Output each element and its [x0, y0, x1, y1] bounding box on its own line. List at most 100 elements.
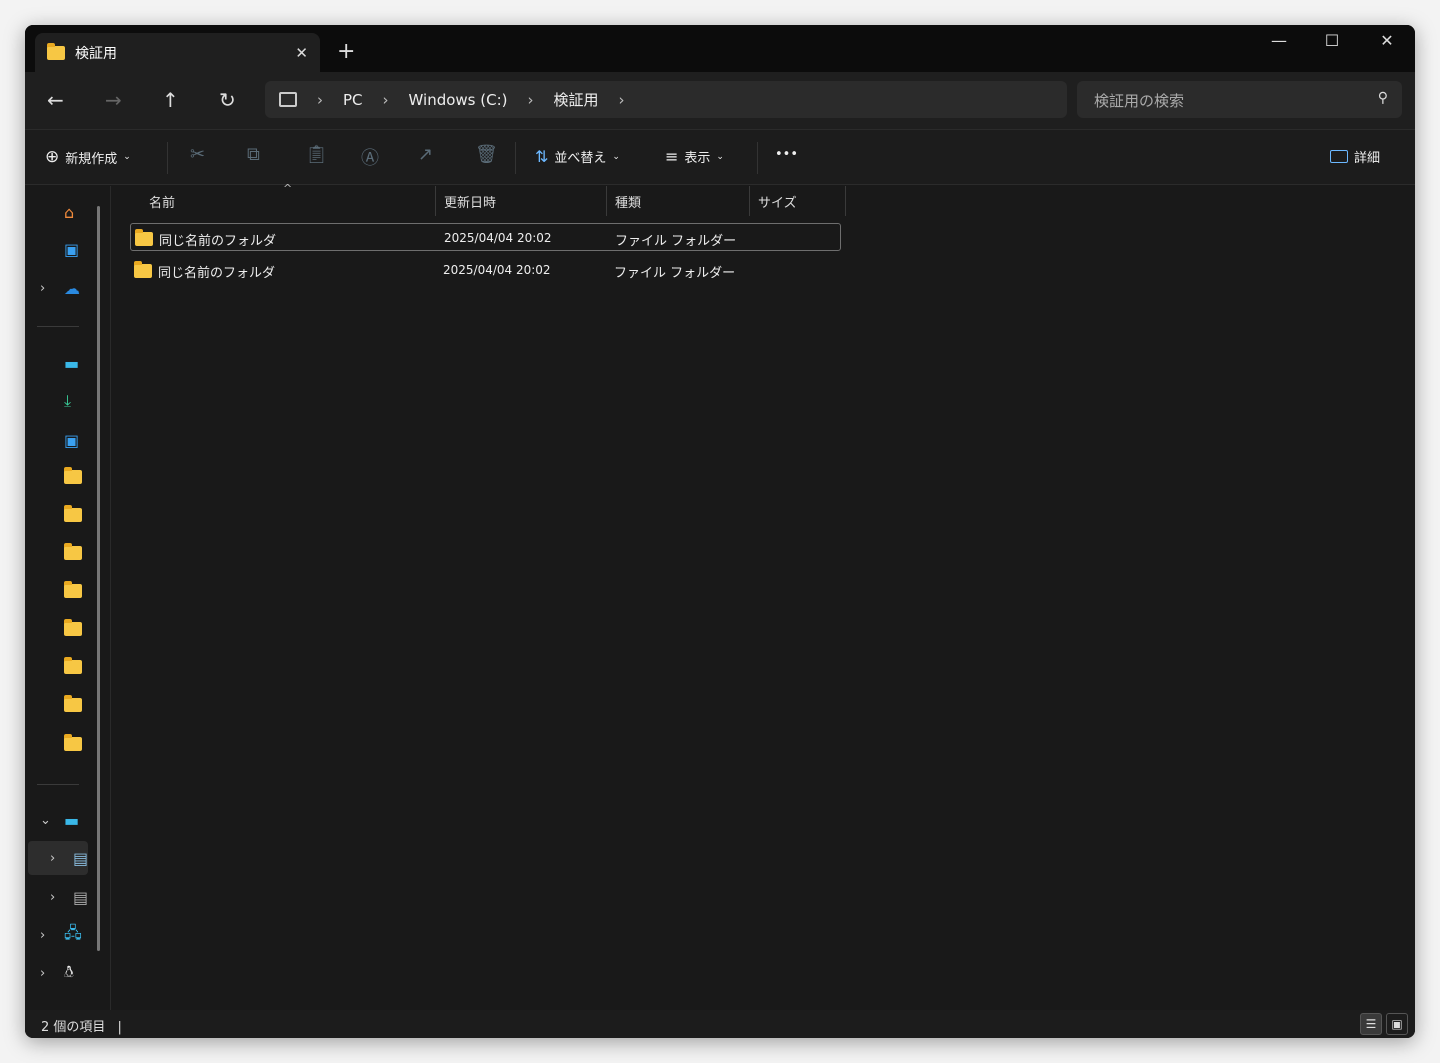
status-bar: 2 個の項目 | ☰ ▣ [25, 1010, 1415, 1038]
close-tab-button[interactable]: ✕ [295, 44, 308, 62]
details-view-button[interactable]: ☰ [1360, 1013, 1382, 1035]
view-button[interactable]: ≡ 表示 ⌄ [665, 147, 724, 166]
gallery-icon: ▣ [64, 239, 80, 259]
close-button[interactable]: ✕ [1367, 31, 1407, 50]
chevron-right-icon[interactable]: › [40, 966, 45, 981]
navigation-bar: ← → ↑ ↻ › PC › Windows (C:) › 検証用 › 検証用の… [25, 72, 1415, 130]
tab-current[interactable]: 検証用 ✕ [35, 33, 320, 73]
column-size[interactable]: サイズ [750, 186, 846, 216]
folder-icon [64, 657, 82, 674]
sidebar-item-linux[interactable]: › 🐧︎ [28, 956, 88, 990]
chevron-right-icon[interactable]: › [50, 890, 55, 905]
column-type-label: 種類 [615, 196, 642, 211]
column-modified-label: 更新日時 [444, 196, 497, 211]
sidebar-item-folder[interactable] [28, 460, 88, 494]
column-name-label: 名前 [149, 196, 176, 211]
sidebar-scrollbar[interactable] [97, 206, 100, 951]
details-button[interactable]: 詳細 [1330, 147, 1380, 166]
refresh-button[interactable]: ↻ [219, 88, 236, 112]
sidebar-item-folder[interactable] [28, 498, 88, 532]
chevron-right-icon[interactable]: › [40, 281, 45, 296]
drive-icon: ▤ [73, 848, 89, 868]
sidebar-item-desktop[interactable]: ▬ [28, 346, 88, 380]
sidebar-item-drive[interactable]: › ▤ [28, 880, 88, 914]
folder-icon [135, 229, 153, 246]
navigation-pane: ⌂ ▣ › ☁ ▬ ⤓ ▣ ⌄ ▬ › ▤ › ▤ › 🖧︎ › 🐧︎ [25, 186, 111, 1010]
chevron-right-icon[interactable]: › [619, 91, 625, 109]
search-placeholder: 検証用の検索 [1094, 92, 1185, 110]
delete-icon[interactable]: 🗑︎ [475, 144, 498, 165]
chevron-down-icon: ⌄ [612, 151, 620, 162]
file-row[interactable]: 同じ名前のフォルダ 2025/04/04 20:02 ファイル フォルダー [130, 256, 841, 284]
command-bar: ⊕ 新規作成 ⌄ ✂ ⧉ 📋︎ Ⓐ ↗ 🗑︎ ⇅ 並べ替え ⌄ ≡ 表示 ⌄ •… [25, 130, 1415, 185]
plus-circle-icon: ⊕ [45, 147, 60, 167]
share-icon[interactable]: ↗ [418, 144, 433, 165]
file-name: 同じ名前のフォルダ [159, 234, 277, 249]
computer-icon [279, 92, 297, 107]
breadcrumb-drive[interactable]: Windows (C:) [409, 91, 508, 109]
chevron-right-icon: › [382, 90, 389, 109]
sort-label: 並べ替え [554, 151, 607, 166]
more-options-button[interactable]: ••• [775, 147, 798, 162]
pictures-icon: ▣ [64, 430, 80, 450]
new-button[interactable]: ⊕ 新規作成 ⌄ [45, 147, 131, 167]
paste-icon[interactable]: 📋︎ [305, 144, 328, 165]
rename-icon[interactable]: Ⓐ [361, 144, 379, 170]
up-button[interactable]: ↑ [162, 88, 179, 112]
cloud-icon: ☁ [64, 278, 80, 298]
sidebar-item-network[interactable]: › 🖧︎ [28, 918, 88, 952]
cut-icon[interactable]: ✂ [190, 144, 205, 165]
column-name[interactable]: 名前 [141, 186, 436, 216]
sidebar-item-folder[interactable] [28, 688, 88, 722]
sort-icon: ⇅ [535, 147, 549, 166]
breadcrumb-folder[interactable]: 検証用 [554, 89, 599, 110]
column-modified[interactable]: 更新日時 [436, 186, 607, 216]
file-list: ^ 名前 更新日時 種類 サイズ 同じ名前のフォルダ 2025/04/04 20… [111, 182, 1415, 1010]
search-input[interactable]: 検証用の検索 ⚲ [1077, 81, 1402, 118]
view-label: 表示 [684, 151, 711, 166]
network-icon: 🖧︎ [64, 922, 82, 942]
sidebar-item-folder[interactable] [28, 612, 88, 646]
sidebar-item-downloads[interactable]: ⤓ [28, 384, 88, 418]
sidebar-item-folder[interactable] [28, 727, 88, 761]
folder-icon [64, 543, 82, 560]
chevron-right-icon[interactable]: › [50, 851, 55, 866]
copy-icon[interactable]: ⧉ [247, 144, 260, 165]
sidebar-item-this-pc[interactable]: ⌄ ▬ [28, 803, 88, 837]
details-pane-icon [1330, 150, 1348, 163]
forward-button[interactable]: → [105, 88, 122, 112]
home-icon: ⌂ [64, 202, 75, 222]
divider [37, 326, 79, 327]
desktop-icon: ▬ [64, 353, 80, 373]
breadcrumb-pc[interactable]: PC [343, 91, 363, 109]
column-size-label: サイズ [758, 196, 797, 211]
maximize-button[interactable]: ☐ [1312, 31, 1352, 50]
chevron-right-icon[interactable]: › [40, 928, 45, 943]
sidebar-item-drive[interactable]: › ▤ [28, 841, 88, 875]
download-icon: ⤓ [64, 391, 72, 410]
file-modified: 2025/04/04 20:02 [444, 231, 552, 245]
folder-icon [64, 505, 82, 522]
sidebar-item-onedrive[interactable]: › ☁ [28, 271, 88, 305]
back-button[interactable]: ← [47, 88, 64, 112]
file-explorer-window: 検証用 ✕ + — ☐ ✕ ← → ↑ ↻ › PC › Windows (C:… [25, 25, 1415, 1038]
sidebar-item-folder[interactable] [28, 536, 88, 570]
tiles-view-button[interactable]: ▣ [1386, 1013, 1408, 1035]
chevron-down-icon[interactable]: ⌄ [40, 813, 51, 828]
column-type[interactable]: 種類 [607, 186, 750, 216]
sort-button[interactable]: ⇅ 並べ替え ⌄ [535, 147, 620, 166]
details-label: 詳細 [1354, 151, 1381, 166]
sidebar-item-folder[interactable] [28, 574, 88, 608]
address-bar[interactable]: › PC › Windows (C:) › 検証用 › [265, 81, 1067, 118]
file-modified: 2025/04/04 20:02 [443, 263, 551, 277]
monitor-icon: ▬ [64, 810, 80, 830]
item-count: 2 個の項目 [41, 1020, 106, 1035]
sidebar-item-folder[interactable] [28, 650, 88, 684]
sidebar-item-pictures[interactable]: ▣ [28, 423, 88, 457]
sidebar-item-gallery[interactable]: ▣ [28, 232, 88, 266]
tab-title: 検証用 [75, 46, 117, 62]
sidebar-item-home[interactable]: ⌂ [28, 195, 88, 229]
minimize-button[interactable]: — [1259, 31, 1299, 50]
new-tab-button[interactable]: + [337, 39, 355, 64]
file-row[interactable]: 同じ名前のフォルダ 2025/04/04 20:02 ファイル フォルダー [130, 223, 841, 251]
